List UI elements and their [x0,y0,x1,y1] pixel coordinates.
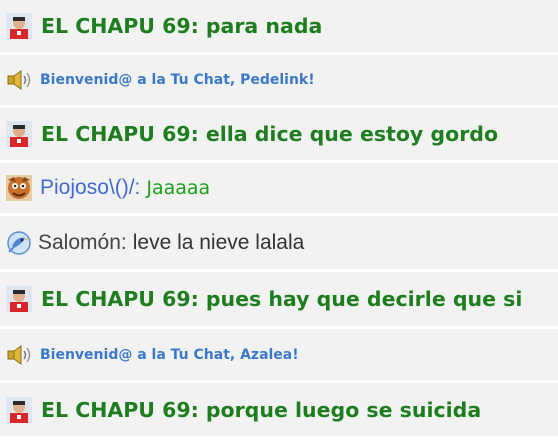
chat-message: EL CHAPU 69: ella dice que estoy gordo [0,108,558,160]
message-username[interactable]: EL CHAPU 69: [41,287,199,311]
message-username[interactable]: Salomón: [38,231,127,255]
character-avatar-icon[interactable] [4,175,34,201]
system-message-text: Bienvenid@ a la Tu Chat, Pedelink! [40,72,315,88]
message-text: para nada [205,14,323,38]
message-text: pues hay que decirle que si [205,287,523,311]
user-avatar-icon[interactable] [6,13,32,39]
bird-avatar-icon[interactable] [5,230,31,256]
message-text: Jaaaaa [146,177,211,199]
system-message: Bienvenid@ a la Tu Chat, Pedelink! [0,55,558,105]
speaker-icon [7,344,31,365]
message-text: leve la nieve lalala [132,230,305,254]
chat-message: Piojoso\()/: Jaaaaa [0,163,558,213]
message-username[interactable]: Piojoso\()/: [40,176,140,200]
system-message: Bienvenid@ a la Tu Chat, Azalea! [0,329,558,380]
user-avatar-icon[interactable] [6,396,32,423]
speaker-icon [7,70,31,90]
message-username[interactable]: EL CHAPU 69: [41,14,199,38]
user-avatar-icon[interactable] [6,121,32,147]
message-username[interactable]: EL CHAPU 69: [41,398,199,422]
chat-log: EL CHAPU 69: para nada Bienvenid@ a la Tu… [0,0,558,440]
chat-message: EL CHAPU 69: porque luego se suicida [0,383,558,436]
chat-message: Salomón: leve la nieve lalala [0,216,558,269]
system-message-text: Bienvenid@ a la Tu Chat, Azalea! [40,346,299,363]
message-username[interactable]: EL CHAPU 69: [41,122,199,146]
user-avatar-icon[interactable] [6,286,32,312]
chat-message: EL CHAPU 69: pues hay que decirle que si [0,272,558,326]
message-text: ella dice que estoy gordo [205,122,499,146]
message-text: porque luego se suicida [205,397,482,422]
chat-message: EL CHAPU 69: para nada [0,0,558,52]
